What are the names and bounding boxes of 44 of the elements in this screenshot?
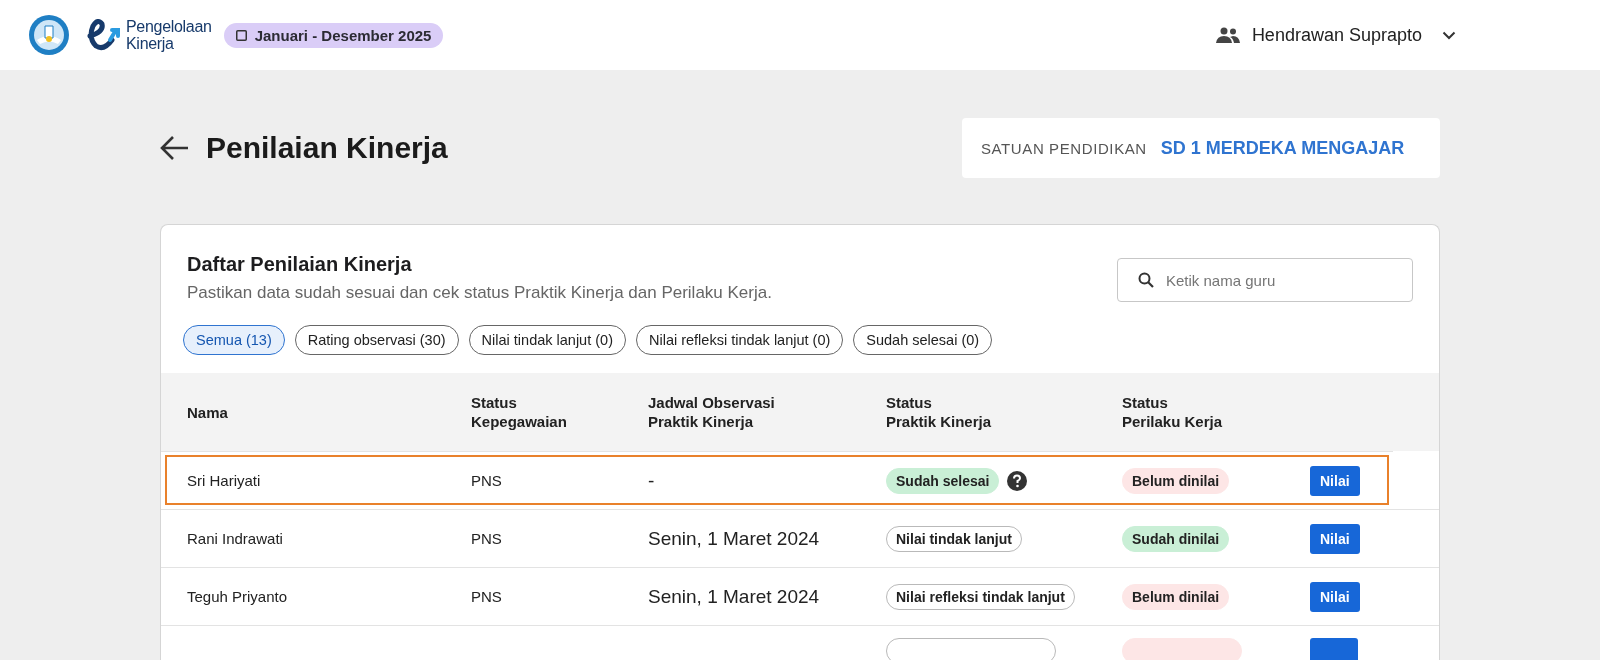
calendar-icon (235, 29, 247, 41)
filter-chip[interactable]: Rating observasi (30) (294, 325, 459, 355)
user-menu[interactable]: Hendrawan Suprapto (1215, 24, 1456, 46)
card-title: Daftar Penilaian Kinerja (187, 253, 413, 276)
status-badge: Belum dinilai (1122, 467, 1230, 494)
back-button[interactable] (160, 135, 190, 161)
column-header: Status Praktik Kinerja (886, 393, 993, 432)
unit-value: SD 1 MERDEKA MENGAJAR (1160, 137, 1405, 159)
people-icon (1215, 27, 1240, 43)
status-badge: Sudah selesai (886, 467, 1000, 494)
rate-button[interactable]: Nilai (1310, 581, 1360, 612)
column-header: Jadwal Observasi Praktik Kinerja (648, 393, 776, 432)
teacher-name: Teguh Priyanto (187, 588, 289, 605)
chevron-down-icon (1442, 30, 1456, 40)
observation-date: Senin, 1 Maret 2024 (648, 585, 821, 608)
back-arrow-icon (160, 135, 190, 161)
column-header: Nama (187, 402, 229, 423)
page-title: Penilaian Kinerja (206, 131, 448, 165)
column-header: Status Perilaku Kerja (1122, 393, 1224, 432)
status-badge: Nilai refleksi tindak lanjut (886, 583, 1075, 610)
column-header: Status Kepegawaian (471, 393, 568, 432)
search-field[interactable]: Ketik nama guru (1117, 258, 1413, 302)
filter-chip[interactable]: Semua (13) (183, 325, 285, 355)
employment-status: PNS (471, 588, 503, 605)
status-badge: Belum dinilai (1122, 583, 1230, 610)
teacher-name: Sri Hariyati (187, 472, 262, 489)
emblem-logo (28, 14, 70, 56)
employment-status: PNS (471, 530, 503, 547)
help-icon[interactable] (1007, 470, 1028, 491)
status-badge: Nilai tindak lanjut (886, 525, 1022, 552)
employment-status: PNS (471, 472, 503, 489)
rate-button[interactable]: Nilai (1310, 465, 1360, 496)
filter-chip[interactable]: Nilai tindak lanjut (0) (468, 325, 626, 355)
filter-chip[interactable]: Nilai refleksi tindak lanjut (0) (635, 325, 844, 355)
observation-date: Senin, 1 Maret 2024 (648, 527, 821, 550)
status-badge: Sudah dinilai (1122, 525, 1230, 552)
app-name: Pengelolaan Kinerja (126, 18, 212, 52)
card-subtitle: Pastikan data sudah sesuai dan cek status Praktik Kinerja dan Perilaku Kerja. (187, 283, 772, 303)
period-label: Januari - Desember 2025 (254, 26, 432, 44)
filter-chip[interactable]: Sudah selesai (0) (853, 325, 993, 355)
rate-button[interactable]: Nilai (1310, 523, 1360, 554)
teacher-name: Rani Indrawati (187, 530, 284, 547)
unit-label: SATUAN PENDIDIKAN (981, 139, 1147, 157)
observation-date: - (648, 469, 656, 492)
